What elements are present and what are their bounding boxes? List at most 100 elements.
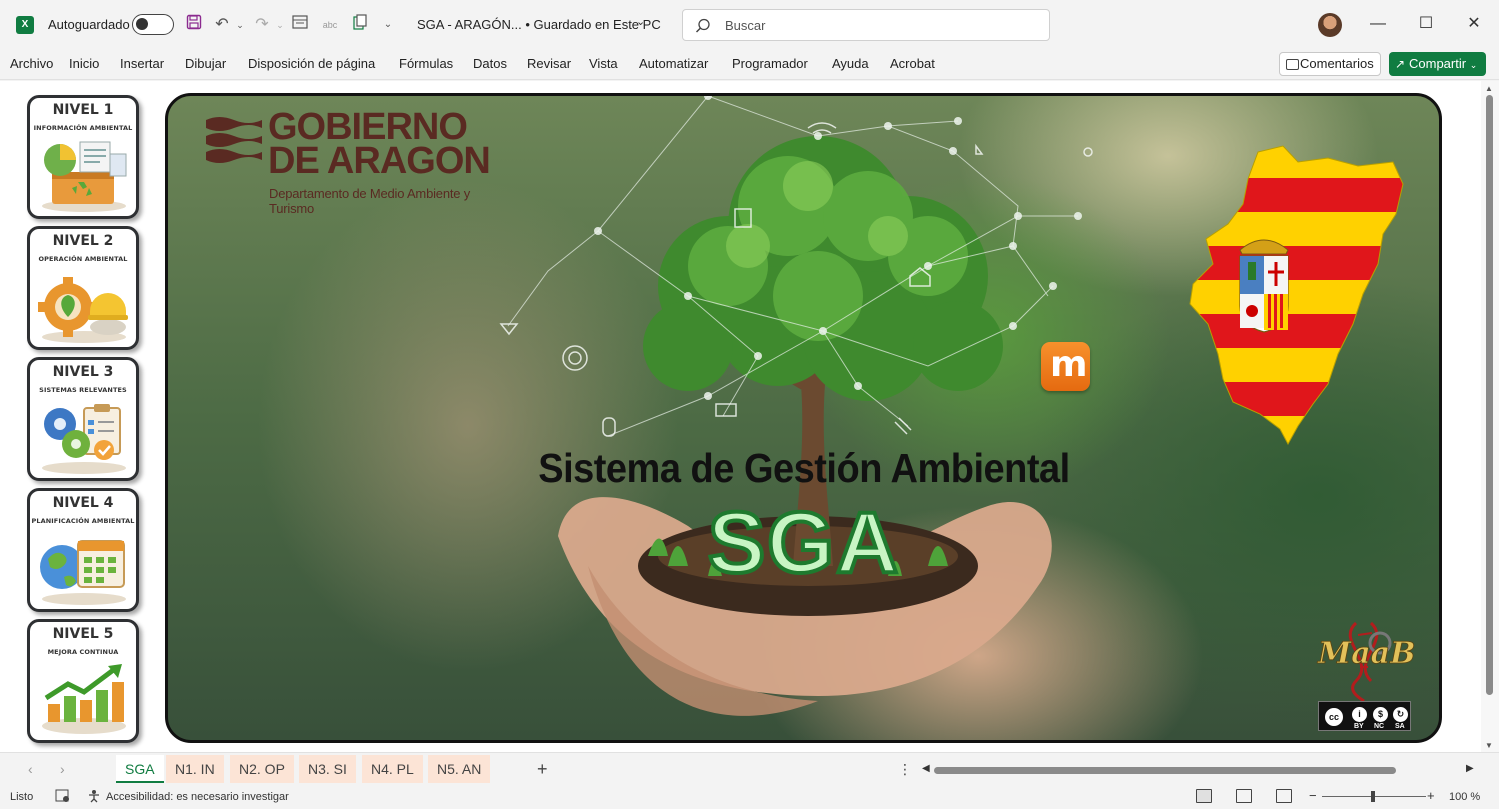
level-1-card[interactable]: NIVEL 1 INFORMACIÓN AMBIENTAL: [27, 95, 139, 219]
spelling-icon[interactable]: abc: [320, 14, 340, 36]
comments-label: Comentarios: [1300, 56, 1374, 71]
level-title: NIVEL 3: [52, 364, 114, 380]
level-title: NIVEL 2: [52, 233, 114, 249]
zoom-level[interactable]: 100 %: [1449, 791, 1480, 803]
macro-recording-icon[interactable]: [55, 789, 71, 806]
globe-calendar-icon: [40, 540, 126, 605]
level-2-card[interactable]: NIVEL 2 OPERACIÓN AMBIENTAL: [27, 226, 139, 350]
form-icon[interactable]: [290, 14, 310, 36]
gov-name: GOBIERNO DE ARAGON: [268, 108, 491, 182]
redo-dropdown-icon[interactable]: ⌄: [270, 14, 290, 36]
hscroll-left-icon[interactable]: ◀: [922, 763, 930, 774]
redo-icon[interactable]: ↷: [252, 14, 272, 36]
level-subtitle: SISTEMAS RELEVANTES: [39, 386, 127, 394]
undo-dropdown-icon[interactable]: ⌄: [230, 14, 250, 36]
gobierno-aragon-logo: [206, 117, 262, 163]
save-icon[interactable]: [184, 14, 204, 36]
sheet-tab-n2[interactable]: N2. OP: [230, 755, 294, 783]
horizontal-scrollbar[interactable]: ◀ ▶: [922, 763, 1478, 777]
sheet-tab-n1[interactable]: N1. IN: [166, 755, 224, 783]
autosave-label: Autoguardado: [48, 17, 130, 32]
search-input[interactable]: Buscar: [682, 9, 1050, 41]
vertical-scroll-thumb[interactable]: [1486, 95, 1493, 695]
tab-ayuda[interactable]: Ayuda: [832, 56, 869, 71]
close-icon[interactable]: ✕: [1462, 12, 1486, 36]
status-bar: Listo Accesibilidad: es necesario invest…: [0, 786, 1499, 809]
cc-nc-label: NC: [1374, 723, 1385, 730]
creative-commons-badge: cc i $ ↻ BY NC SA: [1318, 701, 1411, 731]
vertical-scrollbar[interactable]: ▲ ▼: [1481, 81, 1499, 752]
horizontal-scroll-thumb[interactable]: [934, 767, 1396, 774]
excel-logo-icon: X: [16, 16, 34, 34]
more-options-icon[interactable]: ⋮: [898, 761, 912, 778]
sheet-tab-sga[interactable]: SGA: [116, 755, 164, 783]
sga-banner: GOBIERNO DE ARAGON Departamento de Medio…: [165, 93, 1442, 743]
cc-nc-icon: $: [1371, 705, 1390, 724]
tab-acrobat[interactable]: Acrobat: [890, 56, 935, 71]
accessibility-icon[interactable]: [87, 789, 101, 806]
user-avatar[interactable]: [1318, 13, 1342, 37]
tab-insertar[interactable]: Insertar: [120, 56, 164, 71]
tab-archivo[interactable]: Archivo: [10, 56, 53, 71]
growth-chart-icon: [42, 664, 126, 734]
tab-revisar[interactable]: Revisar: [527, 56, 571, 71]
cc-sa-label: SA: [1395, 723, 1405, 730]
level-subtitle: PLANIFICACIÓN AMBIENTAL: [31, 517, 135, 525]
zoom-in-icon[interactable]: +: [1427, 788, 1435, 803]
level-subtitle: INFORMACIÓN AMBIENTAL: [33, 124, 133, 132]
hscroll-right-icon[interactable]: ▶: [1466, 763, 1474, 774]
page-break-view-icon[interactable]: [1276, 789, 1292, 803]
gov-department: Departamento de Medio Ambiente y Turismo: [269, 186, 470, 216]
accessibility-status[interactable]: Accesibilidad: es necesario investigar: [106, 791, 289, 803]
tab-scroll-right-icon[interactable]: ›: [60, 761, 65, 777]
scroll-down-icon[interactable]: ▼: [1485, 741, 1493, 750]
level-subtitle: MEJORA CONTINUA: [47, 648, 119, 656]
copy-format-icon[interactable]: [350, 14, 370, 36]
normal-view-icon[interactable]: [1196, 789, 1212, 803]
share-button[interactable]: Compartir ⌄: [1389, 52, 1486, 76]
add-sheet-icon[interactable]: +: [537, 759, 548, 780]
gears-checklist-icon: [42, 404, 126, 474]
level-3-card[interactable]: NIVEL 3 SISTEMAS RELEVANTES: [27, 357, 139, 481]
sheet-tab-n3[interactable]: N3. SI: [299, 755, 356, 783]
gov-name-line2: DE ARAGON: [268, 140, 491, 182]
zoom-out-icon[interactable]: −: [1309, 788, 1317, 803]
cc-by-label: BY: [1354, 723, 1364, 730]
aragon-flag-map: [1189, 145, 1404, 446]
status-ready: Listo: [10, 791, 34, 803]
tab-scroll-left-icon[interactable]: ‹: [28, 761, 33, 777]
tab-automatizar[interactable]: Automatizar: [639, 56, 708, 71]
comments-button[interactable]: Comentarios: [1279, 52, 1381, 76]
document-title[interactable]: SGA - ARAGÓN... • Guardado en Este PC: [417, 17, 661, 32]
sheet-tab-n4[interactable]: N4. PL: [362, 755, 423, 783]
autosave-toggle[interactable]: [132, 14, 174, 35]
maximize-icon[interactable]: ☐: [1414, 12, 1438, 36]
sheet-tab-n5[interactable]: N5. AN: [428, 755, 491, 783]
tab-formulas[interactable]: Fórmulas: [399, 56, 453, 71]
page-layout-view-icon[interactable]: [1236, 789, 1252, 803]
tab-disposicion[interactable]: Disposición de página: [248, 56, 375, 71]
scroll-up-icon[interactable]: ▲: [1485, 84, 1493, 93]
level-4-card[interactable]: NIVEL 4 PLANIFICACIÓN AMBIENTAL: [27, 488, 139, 612]
tab-programador[interactable]: Programador: [732, 56, 808, 71]
minimize-icon[interactable]: —: [1366, 12, 1390, 36]
level-5-card[interactable]: NIVEL 5 MEJORA CONTINUA: [27, 619, 139, 743]
level-title: NIVEL 5: [52, 626, 114, 642]
gear-plant-helmet-icon: [38, 277, 128, 343]
sga-subtitle: Sistema de Gestión Ambiental: [538, 446, 1070, 492]
customize-qat-icon[interactable]: ⌄: [378, 14, 398, 36]
ribbon-tabs: Archivo Inicio Insertar Dibujar Disposic…: [0, 50, 1499, 80]
title-chevron-down-icon[interactable]: ⌄: [636, 15, 645, 28]
tab-inicio[interactable]: Inicio: [69, 56, 99, 71]
undo-icon[interactable]: ↶: [212, 14, 232, 36]
tab-vista[interactable]: Vista: [589, 56, 618, 71]
search-placeholder: Buscar: [725, 18, 766, 33]
tab-dibujar[interactable]: Dibujar: [185, 56, 226, 71]
moodle-icon[interactable]: m: [1041, 342, 1090, 391]
zoom-slider-knob[interactable]: [1371, 791, 1375, 802]
share-label: Compartir: [1409, 56, 1467, 71]
tab-datos[interactable]: Datos: [473, 56, 507, 71]
sga-title: SGA: [706, 493, 901, 593]
moodle-letter: m: [1050, 344, 1088, 385]
maab-logo-text: MaaB: [1318, 636, 1416, 672]
